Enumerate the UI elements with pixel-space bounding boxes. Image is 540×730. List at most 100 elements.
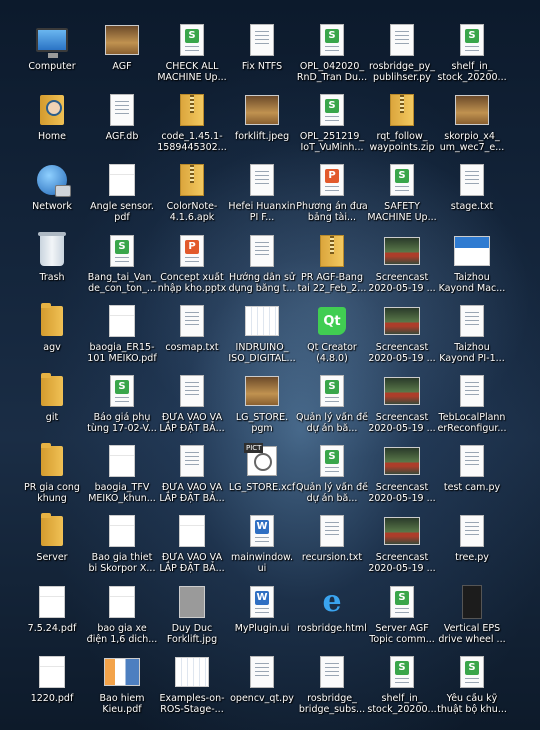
desktop-icon[interactable]: skorpio_x4_ um_wec7_e... xyxy=(437,90,507,158)
desktop-icon[interactable]: Hướng dẫn sử dụng băng t... xyxy=(227,231,297,299)
desktop-icon[interactable]: Hefei Huanxin PI F... xyxy=(227,160,297,228)
desktop-icon[interactable]: OPL_042020_ RnD_Tran Du... xyxy=(297,20,367,88)
desktop-icon[interactable]: Yêu cầu kỹ thuật bộ khu... xyxy=(437,652,507,720)
desktop-icon[interactable]: Home xyxy=(17,90,87,158)
desktop-icon[interactable]: rosbridge_ bridge_subs... xyxy=(297,652,367,720)
desktop-icon[interactable]: rqt_follow_ waypoints.zip xyxy=(367,90,437,158)
image-thumbnail-icon xyxy=(104,22,140,58)
desktop-icon-label: INDRUINO_ ISO_DIGITAL... xyxy=(228,342,296,364)
spreadsheet-icon xyxy=(384,162,420,198)
desktop-icon[interactable]: Server AGF Topic comm... xyxy=(367,582,437,650)
desktop-icon[interactable]: Qt Qt Creator (4.8.0) xyxy=(297,301,367,369)
desktop-icon[interactable]: ColorNote- 4.1.6.apk xyxy=(157,160,227,228)
desktop-icon[interactable]: Fix NTFS xyxy=(227,20,297,88)
desktop-icon-label: git xyxy=(45,412,59,423)
desktop-icon[interactable]: Examples-on- ROS-Stage-... xyxy=(157,652,227,720)
desktop-icon[interactable]: Bao gia thiet bi Skorpor X... xyxy=(87,511,157,579)
desktop-icon[interactable]: cosmap.txt xyxy=(157,301,227,369)
desktop-icon[interactable]: code_1.45.1- 1589445302... xyxy=(157,90,227,158)
desktop-icon[interactable]: stage.txt xyxy=(437,160,507,228)
desktop-icon[interactable]: agv xyxy=(17,301,87,369)
desktop-icon[interactable]: ĐƯA VÀO VÀ LẮP ĐẶT BẢ... xyxy=(157,441,227,509)
desktop-icon[interactable]: AGF.db xyxy=(87,90,157,158)
desktop-icon[interactable]: git xyxy=(17,371,87,439)
desktop-icon-label: test cam.py xyxy=(443,482,501,493)
desktop-icon-label: ĐƯA VÀO VÀ LẮP ĐẶT BẢ... xyxy=(159,412,225,434)
desktop-icon[interactable]: forklift.jpeg xyxy=(227,90,297,158)
desktop-icon[interactable]: Server xyxy=(17,511,87,579)
desktop-icon[interactable]: Screencast 2020-05-19 ... xyxy=(367,371,437,439)
desktop-icon[interactable]: Screencast 2020-05-19 ... xyxy=(367,301,437,369)
desktop-icon-label: PR AGF-Bang tai 22_Feb_2... xyxy=(297,272,367,294)
desktop-icon[interactable]: 1220.pdf xyxy=(17,652,87,720)
desktop-icon[interactable]: OPL_251219_ IoT_VuMinh... xyxy=(297,90,367,158)
desktop-icon-label: Taizhou Kayond Mac... xyxy=(438,272,506,294)
desktop-icon-label: Quản lý vấn đề dự án bă... xyxy=(296,412,368,434)
desktop-icon[interactable]: baogia_ER15- 101 MEIKO.pdf xyxy=(87,301,157,369)
desktop-icon-label: Concept xuất nhập kho.pptx xyxy=(157,272,227,294)
desktop-icon[interactable]: Screencast 2020-05-19 ... xyxy=(367,231,437,299)
pdf-thumbnail-icon xyxy=(174,513,210,549)
desktop-icon-label: mainwindow. ui xyxy=(231,552,293,574)
desktop-icon[interactable]: shelf_in_ stock_20200... xyxy=(437,20,507,88)
desktop-icon[interactable]: AGF xyxy=(87,20,157,88)
desktop-icon[interactable]: PR AGF-Bang tai 22_Feb_2... xyxy=(297,231,367,299)
desktop-icon[interactable]: Quản lý vấn đề dự án bă... xyxy=(296,441,368,509)
image-thumbnail-icon xyxy=(244,373,280,409)
desktop-icon[interactable]: Network xyxy=(17,160,87,228)
desktop-icon[interactable]: tree.py xyxy=(437,511,507,579)
desktop-icon[interactable]: opencv_qt.py xyxy=(227,652,297,720)
desktop-icon-label: Báo giá phụ tùng 17-02-V... xyxy=(87,412,157,434)
desktop-icon-label: Bao hiem Kieu.pdf xyxy=(99,693,145,715)
desktop-icon-label: code_1.45.1- 1589445302... xyxy=(157,131,227,153)
desktop-icon[interactable]: 7.5.24.pdf xyxy=(17,582,87,650)
desktop-icon[interactable]: Báo giá phụ tùng 17-02-V... xyxy=(87,371,157,439)
desktop-icon[interactable]: Taizhou Kayond Mac... xyxy=(437,231,507,299)
desktop-icon[interactable]: mainwindow. ui xyxy=(227,511,297,579)
desktop-icon[interactable]: MyPlugin.ui xyxy=(227,582,297,650)
desktop-icon[interactable]: TebLocalPlann erReconfigur... xyxy=(437,371,507,439)
text-file-icon xyxy=(454,443,490,479)
desktop-icon[interactable]: Angle sensor. pdf xyxy=(87,160,157,228)
desktop-icon[interactable]: e rosbridge.html xyxy=(297,582,367,650)
spreadsheet-icon xyxy=(104,233,140,269)
desktop-icon[interactable]: Screencast 2020-05-19 ... xyxy=(367,441,437,509)
desktop-icon[interactable]: Bang_tai_Van_ de_con_ton_... xyxy=(87,231,157,299)
desktop-icon-label: baogia_ER15- 101 MEIKO.pdf xyxy=(87,342,157,364)
desktop-icon[interactable]: recursion.txt xyxy=(297,511,367,579)
desktop-icon[interactable]: Trash xyxy=(17,231,87,299)
desktop-icon[interactable]: Screencast 2020-05-19 ... xyxy=(367,511,437,579)
desktop-icon[interactable]: Vertical EPS drive wheel ... xyxy=(437,582,507,650)
desktop-icon-label: SAFETY MACHINE Up... xyxy=(367,201,437,223)
desktop-icon[interactable]: Taizhou Kayond PI-1... xyxy=(437,301,507,369)
desktop-icon[interactable]: Quản lý vấn đề dự án bă... xyxy=(296,371,368,439)
folder-icon xyxy=(34,513,70,549)
archive-icon xyxy=(384,92,420,128)
desktop-icon[interactable]: baogia_TFV MEIKO_khun... xyxy=(87,441,157,509)
desktop-icon-label: shelf_in_ stock_20200... xyxy=(437,61,507,83)
text-file-icon xyxy=(384,22,420,58)
desktop-icon[interactable]: Bao hiem Kieu.pdf xyxy=(87,652,157,720)
desktop-icon[interactable]: SAFETY MACHINE Up... xyxy=(367,160,437,228)
desktop-icon[interactable]: INDRUINO_ ISO_DIGITAL... xyxy=(227,301,297,369)
desktop-icon[interactable]: Phương án đưa bảng tài... xyxy=(296,160,368,228)
text-file-icon xyxy=(454,513,490,549)
desktop-icon[interactable]: rosbridge_py_ publihser.py xyxy=(367,20,437,88)
desktop-icon-label: rosbridge_py_ publihser.py xyxy=(368,61,436,83)
desktop-icon[interactable]: shelf_in_ stock_20200... xyxy=(367,652,437,720)
desktop-icon-label: Duy Duc Forklift.jpg xyxy=(166,623,218,645)
desktop-icon[interactable]: Concept xuất nhập kho.pptx xyxy=(157,231,227,299)
desktop-icon[interactable]: ĐƯA VÀO VÀ LẮP ĐẶT BẢ... xyxy=(157,371,227,439)
desktop-icon[interactable]: bao gia xe điện 1,6 dich... xyxy=(87,582,157,650)
desktop-icon[interactable]: LG_STORE. pgm xyxy=(227,371,297,439)
desktop-icon[interactable]: Duy Duc Forklift.jpg xyxy=(157,582,227,650)
desktop-icon[interactable]: Computer xyxy=(17,20,87,88)
desktop-icon[interactable]: test cam.py xyxy=(437,441,507,509)
text-file-icon xyxy=(454,162,490,198)
desktop-icon[interactable]: PR gia cong khung xyxy=(17,441,87,509)
pdf-thumbnail-icon xyxy=(104,443,140,479)
pdf-thumbnail-icon xyxy=(104,584,140,620)
desktop-icon[interactable]: ĐƯA VÀO VÀ LẮP ĐẶT BẢ... xyxy=(157,511,227,579)
desktop-icon[interactable]: LG_STORE.xcf xyxy=(227,441,297,509)
desktop-icon[interactable]: CHECK ALL MACHINE Up... xyxy=(157,20,227,88)
